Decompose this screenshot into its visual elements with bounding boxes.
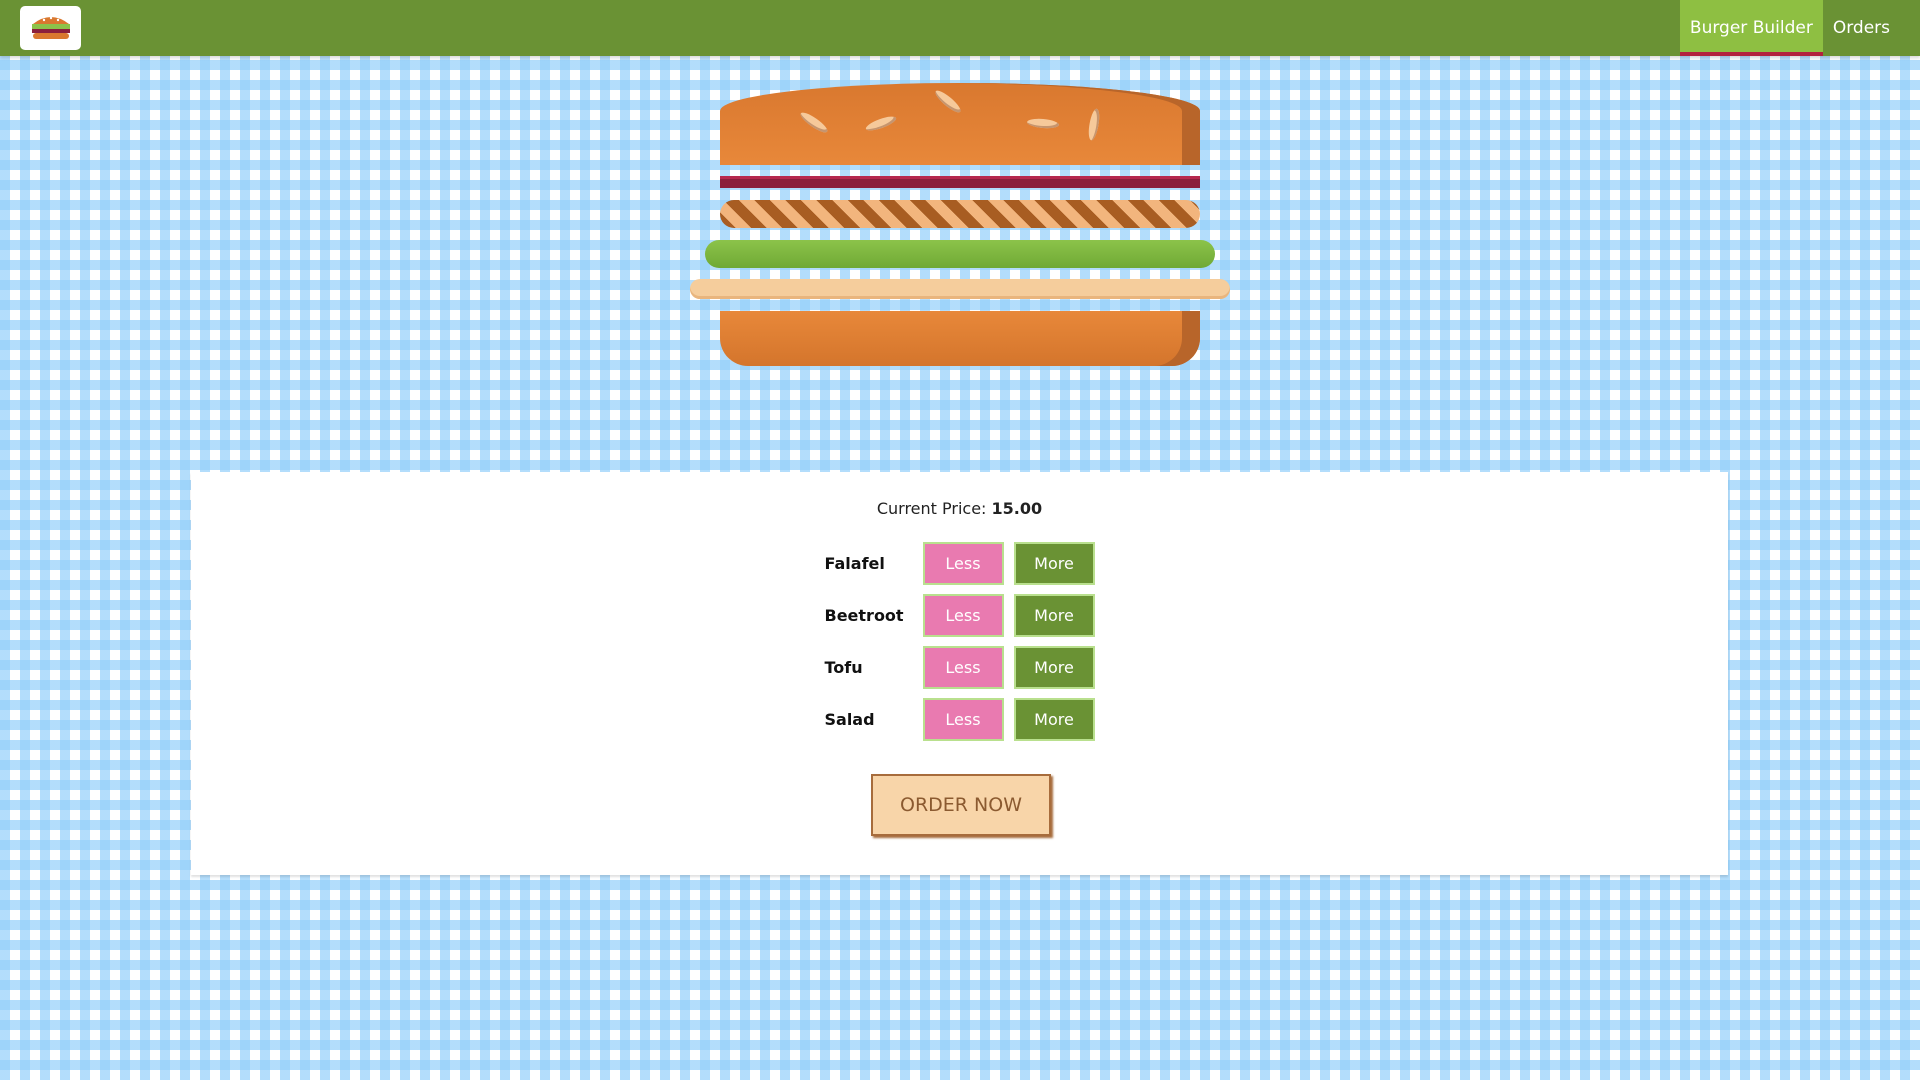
sesame-seed (798, 109, 830, 136)
sesame-seed (1026, 117, 1060, 130)
control-label: Beetroot (824, 605, 904, 625)
control-row-tofu: Tofu Less More (191, 645, 1728, 689)
less-falafel-button[interactable]: Less (922, 541, 1004, 585)
more-tofu-button[interactable]: More (1013, 645, 1095, 689)
sesame-seed (864, 113, 898, 134)
bread-bottom (720, 311, 1200, 366)
less-beetroot-button[interactable]: Less (922, 593, 1004, 637)
sesame-seed (1086, 107, 1102, 142)
control-label: Falafel (824, 553, 885, 573)
control-row-falafel: Falafel Less More (191, 541, 1728, 585)
sesame-seed (932, 87, 964, 116)
more-beetroot-button[interactable]: More (1013, 593, 1095, 637)
falafel-layer (720, 200, 1200, 228)
control-label: Salad (824, 709, 875, 729)
control-row-salad: Salad Less More (191, 697, 1728, 741)
control-row-beetroot: Beetroot Less More (191, 593, 1728, 637)
main-navigation: Burger Builder Orders (1679, 0, 1920, 56)
build-controls: Current Price: 15.00 Falafel Less More B… (191, 472, 1728, 875)
control-label: Tofu (824, 657, 863, 677)
toolbar: Burger Builder Orders (0, 0, 1920, 56)
nav-orders[interactable]: Orders (1823, 0, 1900, 56)
burger-preview (0, 56, 1920, 386)
more-salad-button[interactable]: More (1013, 697, 1095, 741)
price-value: 15.00 (991, 499, 1043, 518)
burger-logo-icon[interactable] (20, 6, 81, 50)
salad-layer (705, 240, 1215, 268)
nav-burger-builder[interactable]: Burger Builder (1679, 0, 1823, 56)
current-price: Current Price: 15.00 (191, 499, 1728, 518)
less-tofu-button[interactable]: Less (922, 645, 1004, 689)
order-now-button[interactable]: ORDER NOW (871, 774, 1051, 836)
bread-top (720, 83, 1200, 165)
more-falafel-button[interactable]: More (1013, 541, 1095, 585)
tofu-layer (690, 279, 1230, 299)
beetroot-layer (720, 176, 1200, 188)
less-salad-button[interactable]: Less (922, 697, 1004, 741)
price-label: Current Price: (876, 499, 992, 518)
